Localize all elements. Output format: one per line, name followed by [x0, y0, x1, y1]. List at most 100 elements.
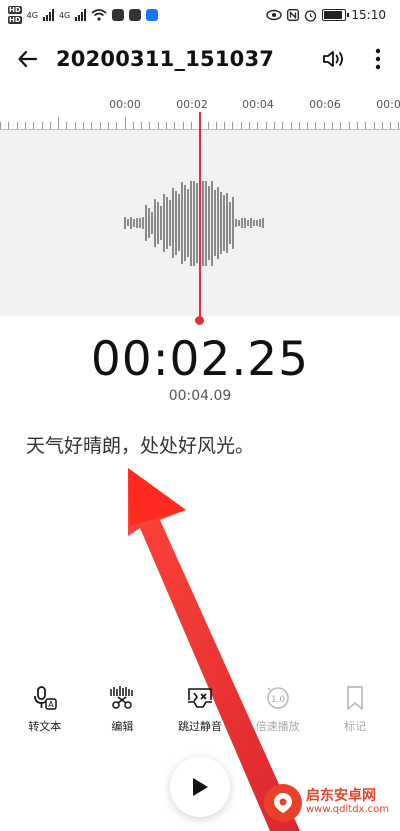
waveform-bar [160, 206, 162, 240]
bookmark-icon [345, 685, 365, 711]
ruler-tick [307, 122, 308, 129]
signal-icon-2 [75, 9, 86, 21]
waveform-bar [184, 185, 186, 260]
tool-label: 倍速播放 [256, 718, 300, 734]
current-time: 00:02.25 [0, 332, 400, 387]
ruler-tick [398, 122, 399, 129]
waveform-bar [154, 199, 156, 247]
ruler-tick [257, 122, 258, 129]
bottom-toolbar: A 转文本 编辑 跳过静音 1.0 倍速播放 标记 [0, 676, 400, 746]
ruler-tick [42, 122, 43, 129]
wifi-icon [91, 9, 107, 21]
ruler-tick [241, 122, 242, 129]
waveform-bar [250, 218, 252, 228]
nfc-icon [287, 9, 299, 21]
waveform-bar [178, 194, 180, 251]
waveform-bar [133, 219, 135, 227]
ruler-tick [191, 122, 192, 129]
back-button[interactable] [0, 34, 56, 84]
ruler-tick [116, 122, 117, 129]
tick-label: 00:06 [309, 98, 341, 111]
ruler-tick [291, 122, 292, 129]
eye-icon [266, 9, 282, 21]
network-type-2: 4G [59, 11, 70, 20]
waveform-bar [193, 181, 195, 266]
ruler-tick [0, 122, 1, 129]
battery-icon [322, 9, 346, 21]
waveform-bar [127, 219, 129, 226]
more-button[interactable] [356, 34, 400, 84]
tool-bookmark-button[interactable]: 标记 [317, 676, 393, 734]
ruler-tick [141, 122, 142, 129]
waveform-bar [187, 189, 189, 257]
ruler-tick [282, 122, 283, 129]
tick-label: 00:08 [376, 98, 400, 111]
speaker-button[interactable] [312, 34, 356, 84]
ruler-tick [125, 117, 126, 129]
total-duration: 00:04.09 [0, 388, 400, 404]
ruler-tick [266, 122, 267, 129]
ruler-tick [382, 122, 383, 129]
waveform-bar [211, 181, 213, 266]
app-notification-icon [112, 9, 124, 21]
ruler-tick [340, 122, 341, 129]
tool-label: 跳过静音 [178, 718, 222, 734]
recording-title: 20200311_151037 [56, 47, 312, 71]
ruler-tick [158, 122, 159, 129]
waveform-bar [220, 192, 222, 254]
waveform-bar [157, 202, 159, 244]
ruler-tick [274, 122, 275, 129]
tick-label: 00:04 [242, 98, 274, 111]
tool-transcribe-button[interactable]: A 转文本 [7, 676, 83, 734]
ruler-tick [50, 122, 51, 129]
waveform-bar [262, 218, 264, 228]
ruler-tick [224, 122, 225, 129]
status-left: HD HD 4G 4G [8, 5, 158, 25]
playhead-handle[interactable] [195, 316, 204, 325]
ruler-tick [357, 122, 358, 129]
play-icon [190, 776, 210, 798]
tool-label: 转文本 [28, 718, 61, 734]
tool-playback-speed-button[interactable]: 1.0 倍速播放 [240, 676, 316, 734]
watermark-url: www.qdltdx.com [306, 803, 389, 817]
ruler-tick [332, 122, 333, 129]
transcript-text: 天气好晴朗，处处好风光。 [26, 431, 386, 458]
waveform-bar [145, 205, 147, 241]
alarm-icon [304, 9, 317, 22]
scissors-icon [108, 685, 136, 711]
ruler-tick [33, 122, 34, 129]
ruler-tick [183, 122, 184, 129]
app-notification-icon-2 [129, 9, 141, 21]
play-button[interactable] [170, 757, 230, 817]
svg-text:A: A [48, 700, 54, 709]
tick-label: 00:00 [109, 98, 141, 111]
ruler-tick [324, 122, 325, 129]
ruler-tick [232, 122, 233, 129]
tool-edit-button[interactable]: 编辑 [84, 676, 160, 734]
signal-icon [43, 9, 54, 21]
waveform-bar [247, 220, 249, 226]
ruler-tick [249, 122, 250, 129]
waveform-bar [202, 181, 204, 266]
tick-label: 00:02 [176, 98, 208, 111]
waveform-bar [205, 181, 207, 266]
ruler-tick [365, 122, 366, 129]
waveform-bar [208, 186, 210, 261]
ruler-tick [133, 122, 134, 129]
watermark-title: 启东安卓网 [306, 789, 389, 803]
ruler-tick [174, 122, 175, 129]
ruler-tick [216, 122, 217, 129]
site-watermark: 启东安卓网 www.qdltdx.com [264, 781, 394, 825]
ruler-tick [58, 117, 59, 129]
waveform-bar [244, 218, 246, 227]
mic-to-text-icon: A [32, 685, 58, 711]
ruler-tick [166, 122, 167, 129]
waveform-bar [232, 197, 234, 249]
network-type-1: 4G [27, 11, 38, 20]
watermark-logo-icon [264, 784, 302, 822]
waveform-bar [253, 220, 255, 225]
tool-skip-silence-button[interactable]: 跳过静音 [162, 676, 238, 734]
waveform-bar [196, 183, 198, 263]
playhead[interactable] [199, 112, 201, 320]
waveform-bar [259, 219, 261, 227]
